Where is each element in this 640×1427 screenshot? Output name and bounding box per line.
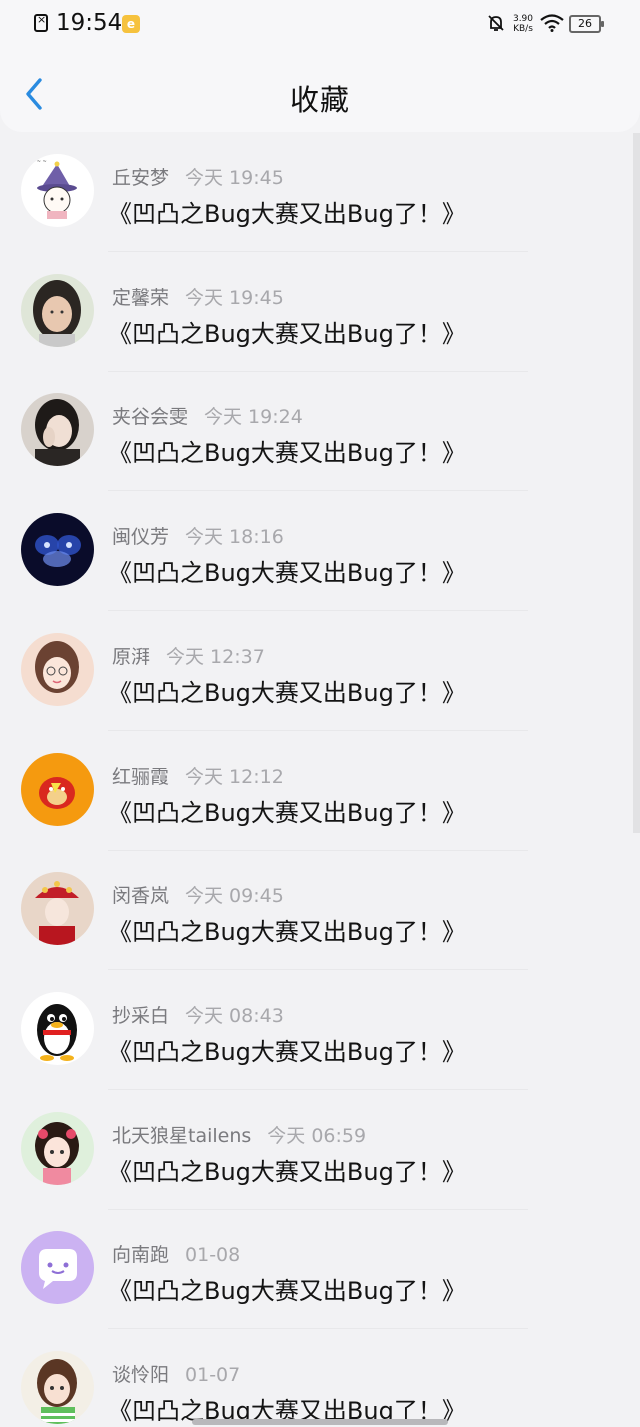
avatar[interactable] [21,632,94,706]
item-meta: 夹谷会雯 今天 19:24 [112,402,303,429]
top-bar: 19:54 e 3.90 KB/s 26 收藏 [0,0,640,132]
scrollbar[interactable] [633,133,640,833]
item-meta: 闽仪芳 今天 18:16 [112,522,284,549]
favorite-item[interactable]: 谈怜阳 01-07 《凹凸之Bug大赛又出Bug了！》 [0,1329,632,1427]
sender-name: 丘安梦 [112,167,170,189]
item-message: 《凹凸之Bug大赛又出Bug了！》 [108,1157,466,1186]
item-message: 《凹凸之Bug大赛又出Bug了！》 [108,1037,466,1066]
sender-name: 原湃 [112,645,151,668]
sender-name: 谈怜阳 [112,1364,170,1386]
item-time: 今天 08:43 [185,1004,284,1027]
sender-name: 抄采白 [112,1004,170,1027]
sender-name: 夹谷会雯 [112,406,189,429]
avatar[interactable] [21,1111,94,1185]
item-time: 今天 19:45 [185,286,284,309]
favorite-item[interactable]: 红骊霞 今天 12:12 《凹凸之Bug大赛又出Bug了！》 [0,731,632,851]
item-meta: 北天狼星tailens 今天 06:59 [112,1121,366,1148]
item-message: 《凹凸之Bug大赛又出Bug了！》 [108,200,466,228]
item-time: 今天 06:59 [267,1124,367,1147]
favorite-item[interactable]: 闵香岚 今天 09:45 《凹凸之Bug大赛又出Bug了！》 [0,850,632,971]
battery-indicator: 26 [569,15,604,33]
app-root: 19:54 e 3.90 KB/s 26 收藏 [0,0,640,1427]
item-message: 《凹凸之Bug大赛又出Bug了！》 [108,1277,466,1306]
avatar[interactable] [21,513,94,587]
item-time: 今天 09:45 [185,885,284,908]
bell-off-icon [488,15,504,31]
avatar[interactable] [21,273,94,347]
favorites-list[interactable]: ~ ~ ~ 丘安梦 今天 19:45 《凹凸之Bug大赛又出Bug了！》 定馨荣… [0,132,640,1427]
avatar[interactable] [21,872,94,946]
item-meta: 闵香岚 今天 09:45 [112,881,284,908]
favorite-item[interactable]: 定馨荣 今天 19:45 《凹凸之Bug大赛又出Bug了！》 [0,252,632,372]
status-time: 19:54 [56,10,123,36]
item-message: 《凹凸之Bug大赛又出Bug了！》 [108,678,466,707]
item-time: 今天 12:12 [185,765,284,788]
sim-card-icon [34,13,48,32]
sender-name: 闽仪芳 [112,526,170,549]
sender-name: 闵香岚 [112,885,170,908]
favorite-item[interactable]: 抄采白 今天 08:43 《凹凸之Bug大赛又出Bug了！》 [0,970,632,1090]
favorite-item[interactable]: 闽仪芳 今天 18:16 《凹凸之Bug大赛又出Bug了！》 [0,491,632,612]
avatar[interactable] [21,991,94,1065]
favorite-item[interactable]: 向南跑 01-08 《凹凸之Bug大赛又出Bug了！》 [0,1209,632,1330]
item-message: 《凹凸之Bug大赛又出Bug了！》 [108,319,466,348]
network-speed: 3.90 KB/s [508,14,538,34]
network-speed-value: 3.90 [512,14,534,24]
item-meta: 定馨荣 今天 19:45 [112,283,284,310]
status-bar: 19:54 e 3.90 KB/s 26 [0,0,640,50]
favorite-item[interactable]: ~ ~ ~ 丘安梦 今天 19:45 《凹凸之Bug大赛又出Bug了！》 [0,132,632,252]
page-title: 收藏 [289,83,350,117]
item-time: 今天 19:45 [185,167,284,189]
item-meta: 谈怜阳 01-07 [112,1360,240,1387]
svg-text:~ ~ ~: ~ ~ ~ [31,159,47,165]
wifi-icon [540,14,564,32]
sender-name: 定馨荣 [112,286,170,309]
item-meta: 抄采白 今天 08:43 [112,1001,284,1028]
favorite-item[interactable]: 夹谷会雯 今天 19:24 《凹凸之Bug大赛又出Bug了！》 [0,371,632,492]
favorite-item[interactable]: 原湃 今天 12:37 《凹凸之Bug大赛又出Bug了！》 [0,611,632,731]
item-meta: 红骊霞 今天 12:12 [112,762,284,789]
item-message: 《凹凸之Bug大赛又出Bug了！》 [108,798,466,827]
item-meta: 丘安梦 今天 19:45 [112,163,284,190]
app-notification-icon: e [122,15,140,33]
sender-name: 北天狼星tailens [112,1124,252,1147]
home-indicator[interactable] [192,1419,448,1425]
avatar[interactable] [21,752,94,826]
network-speed-unit: KB/s [513,24,533,34]
sender-name: 红骊霞 [112,765,170,788]
item-meta: 原湃 今天 12:37 [112,642,265,669]
item-time: 01-07 [185,1364,241,1386]
favorite-item[interactable]: 北天狼星tailens 今天 06:59 《凹凸之Bug大赛又出Bug了！》 [0,1090,632,1210]
sender-name: 向南跑 [112,1244,170,1267]
item-time: 今天 18:16 [185,526,284,549]
item-time: 今天 12:37 [166,645,265,668]
item-message: 《凹凸之Bug大赛又出Bug了！》 [108,918,466,947]
item-message: 《凹凸之Bug大赛又出Bug了！》 [108,559,466,588]
item-time: 01-08 [185,1244,241,1267]
item-meta: 向南跑 01-08 [112,1240,240,1267]
item-time: 今天 19:24 [204,406,303,429]
nav-bar: 收藏 [0,50,640,132]
avatar[interactable] [21,393,94,467]
avatar[interactable]: ~ ~ ~ [21,154,94,227]
item-message: 《凹凸之Bug大赛又出Bug了！》 [108,439,466,468]
avatar[interactable] [21,1231,94,1305]
avatar[interactable] [21,1351,94,1424]
